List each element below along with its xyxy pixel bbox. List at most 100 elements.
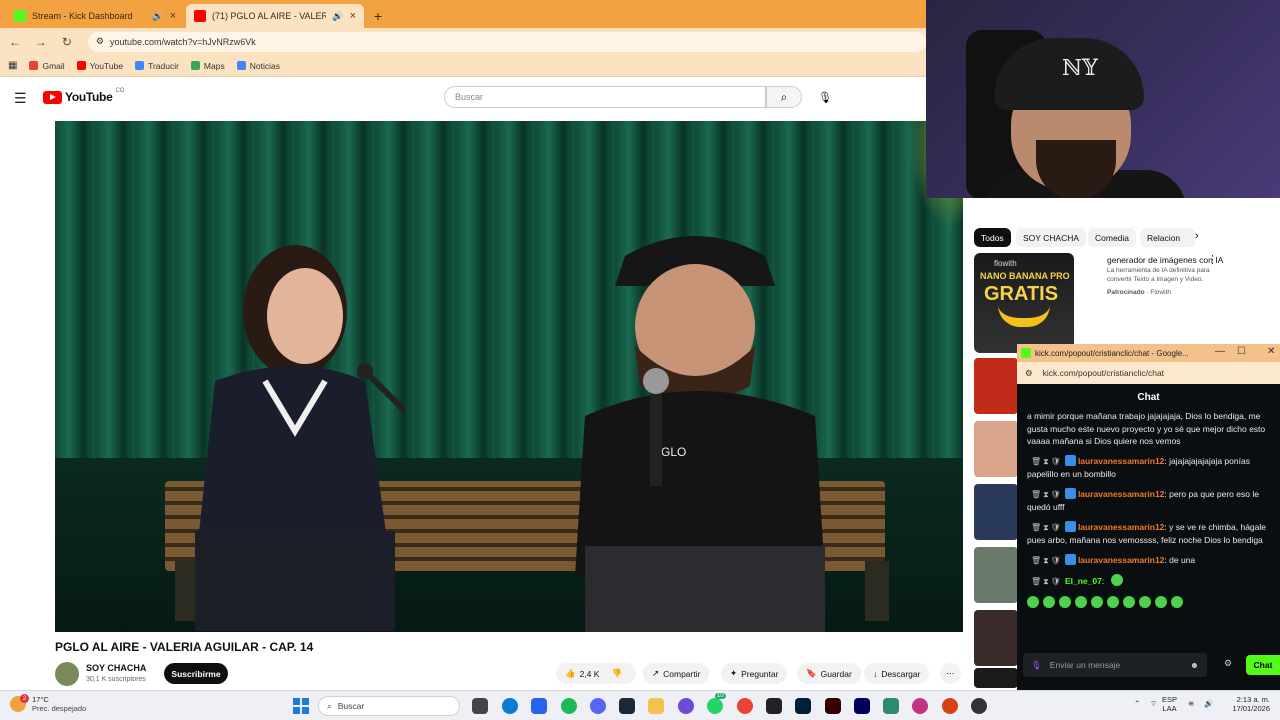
- obs-icon[interactable]: [766, 698, 782, 714]
- tray-chevron-icon[interactable]: ⌃: [1134, 699, 1140, 708]
- chrome-icon[interactable]: [737, 698, 753, 714]
- gmail-icon: [29, 61, 39, 70]
- more-actions-button[interactable]: ⋯: [940, 663, 961, 684]
- chip-soy-chacha[interactable]: SOY CHACHA: [1016, 228, 1087, 247]
- app-icon[interactable]: [971, 698, 987, 714]
- tab-kick-dashboard[interactable]: Stream - Kick Dashboard 🔊 ×: [6, 4, 184, 28]
- close-icon[interactable]: ✕: [1267, 346, 1275, 357]
- video-thumbnail[interactable]: [974, 358, 1018, 414]
- gear-icon[interactable]: ⚙: [1224, 658, 1232, 669]
- chat-window-titlebar: kick.com/popout/cristianclic/chat - Goog…: [1017, 344, 1280, 362]
- chat-url-bar[interactable]: ⚙ kick.com/popout/cristianclic/chat: [1017, 362, 1280, 384]
- like-icon[interactable]: 👍: [565, 668, 576, 679]
- speaker-icon[interactable]: 🔊: [332, 11, 343, 22]
- ask-button[interactable]: ✦ Preguntar: [721, 663, 788, 684]
- chat-send-button[interactable]: Chat: [1246, 655, 1280, 675]
- dislike-icon[interactable]: 👎: [611, 668, 622, 679]
- bookmark-noticias[interactable]: Noticias: [236, 61, 280, 71]
- search-button[interactable]: ⌕: [766, 86, 802, 108]
- chat-username[interactable]: lauravanessamarin12: [1078, 555, 1164, 565]
- like-count[interactable]: 2,4 K: [580, 669, 600, 679]
- video-thumbnail[interactable]: [974, 421, 1018, 477]
- reload-icon[interactable]: ↻: [58, 33, 76, 51]
- subscriber-badge-icon: [1064, 487, 1076, 499]
- bookmark-youtube[interactable]: YouTube: [76, 61, 123, 71]
- chat-username[interactable]: lauravanessamarin12: [1078, 522, 1164, 532]
- download-button[interactable]: ↓ Descargar: [864, 663, 930, 684]
- start-button[interactable]: [293, 698, 309, 714]
- video-thumbnail[interactable]: [974, 668, 1018, 688]
- bookmark-maps[interactable]: Maps: [190, 61, 225, 71]
- clock[interactable]: 2:13 a. m. 17/01/2026: [1222, 695, 1270, 713]
- discord-icon[interactable]: [590, 698, 606, 714]
- site-info-icon[interactable]: ⚙: [1025, 368, 1033, 379]
- mic-icon[interactable]: 🎙: [1031, 660, 1042, 671]
- chat-message-input[interactable]: 🎙 Enviar un mensaje ☻: [1023, 653, 1207, 677]
- app-icon[interactable]: [678, 698, 694, 714]
- steam-icon[interactable]: [619, 698, 635, 714]
- bookmark-gmail[interactable]: Gmail: [29, 61, 65, 71]
- wifi-icon[interactable]: ≋: [1188, 699, 1194, 708]
- voice-search-button[interactable]: 🎙: [814, 86, 836, 108]
- app-icon[interactable]: [942, 698, 958, 714]
- video-player[interactable]: PGLO: [55, 121, 963, 632]
- speaker-icon[interactable]: 🔊: [152, 11, 163, 22]
- subscribe-button[interactable]: Suscribirme: [164, 663, 228, 684]
- chat-username[interactable]: lauravanessamarin12: [1078, 489, 1164, 499]
- forward-icon[interactable]: →: [32, 33, 50, 51]
- back-icon[interactable]: ←: [6, 33, 24, 51]
- chip-comedia[interactable]: Comedia: [1088, 228, 1137, 247]
- language-indicator[interactable]: ESP LAA: [1162, 695, 1177, 713]
- network-icon[interactable]: ⌔: [1150, 699, 1157, 708]
- chevron-right-icon[interactable]: ›: [1195, 230, 1199, 242]
- save-button[interactable]: 🔖 Guardar: [797, 663, 861, 684]
- menu-icon[interactable]: ☰: [14, 90, 27, 107]
- ad-thumbnail[interactable]: flowith NANO BANANA PRO GRATIS: [974, 253, 1074, 353]
- spotify-icon[interactable]: [561, 698, 577, 714]
- maximize-icon[interactable]: ☐: [1237, 346, 1246, 357]
- instagram-icon[interactable]: [912, 698, 928, 714]
- video-thumbnail[interactable]: [974, 547, 1018, 603]
- more-vert-icon[interactable]: ⋮: [1207, 253, 1218, 266]
- badge-icons: 🗑⧗🛡: [1031, 577, 1063, 586]
- weather-widget[interactable]: 2 17°C Prec. despejado: [10, 694, 86, 713]
- task-view-icon[interactable]: [472, 698, 488, 714]
- taskbar-search[interactable]: ⌕ Buscar: [318, 696, 460, 716]
- address-bar-row: ← → ↻ ⚙ youtube.com/watch?v=hJvNRzw6Vk: [0, 28, 926, 55]
- site-info-icon[interactable]: ⚙: [96, 36, 104, 47]
- video-thumbnail[interactable]: [974, 484, 1018, 540]
- share-button[interactable]: ↗ Compartir: [643, 663, 710, 684]
- chat-message: a mimir porque mañana trabajo jajajajaja…: [1027, 411, 1266, 446]
- url-field[interactable]: ⚙ youtube.com/watch?v=hJvNRzw6Vk: [87, 31, 926, 52]
- folder-icon[interactable]: [648, 698, 664, 714]
- emoji-icon[interactable]: ☻: [1190, 660, 1199, 670]
- video-thumbnail[interactable]: [974, 610, 1018, 666]
- premiere-icon[interactable]: [854, 698, 870, 714]
- photoshop-icon[interactable]: [795, 698, 811, 714]
- new-tab-button[interactable]: +: [366, 4, 390, 28]
- chip-relacion[interactable]: Relacion: [1140, 228, 1196, 247]
- app-icon[interactable]: [883, 698, 899, 714]
- volume-icon[interactable]: 🔊: [1204, 699, 1213, 708]
- channel-avatar[interactable]: [55, 662, 79, 686]
- chip-todos[interactable]: Todos: [974, 228, 1011, 247]
- tab-youtube[interactable]: (71) PGLO AL AIRE - VALERIA 🔊 ×: [186, 4, 364, 28]
- store-icon[interactable]: [531, 698, 547, 714]
- close-icon[interactable]: ×: [350, 10, 356, 22]
- edge-icon[interactable]: [502, 698, 518, 714]
- apps-icon[interactable]: ▦: [8, 60, 17, 71]
- chat-popout-window: kick.com/popout/cristianclic/chat - Goog…: [1017, 344, 1280, 690]
- chat-username[interactable]: lauravanessamarin12: [1078, 456, 1164, 466]
- bookmark-traducir[interactable]: Traducir: [135, 61, 179, 71]
- youtube-logo[interactable]: YouTube CO: [43, 88, 124, 104]
- minimize-icon[interactable]: —: [1215, 346, 1225, 357]
- search-input[interactable]: Buscar: [444, 86, 766, 108]
- close-icon[interactable]: ×: [170, 10, 176, 22]
- emote-icon: [1027, 595, 1039, 608]
- whatsapp-icon[interactable]: 10: [707, 693, 726, 714]
- webcam-overlay: ℕ𝕐: [926, 0, 1280, 198]
- channel-name[interactable]: SOY CHACHA: [86, 663, 146, 673]
- chat-message: 🗑⧗🛡 lauravanessamarin12: y se ve re chimb…: [1027, 520, 1267, 545]
- illustrator-icon[interactable]: [825, 698, 841, 714]
- chat-username[interactable]: El_ne_07: [1065, 576, 1102, 586]
